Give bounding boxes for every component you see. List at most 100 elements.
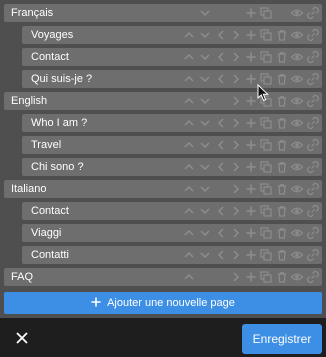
page-row[interactable]: Travel bbox=[22, 136, 322, 154]
chevron-up-icon[interactable] bbox=[182, 94, 196, 108]
plus-icon[interactable] bbox=[244, 50, 258, 64]
chevron-right-icon[interactable] bbox=[229, 160, 243, 174]
chevron-left-icon[interactable] bbox=[214, 28, 228, 42]
eye-icon[interactable] bbox=[290, 72, 304, 86]
chevron-down-icon[interactable] bbox=[198, 28, 212, 42]
eye-icon[interactable] bbox=[290, 182, 304, 196]
eye-icon[interactable] bbox=[290, 138, 304, 152]
copy-icon[interactable] bbox=[259, 50, 273, 64]
trash-icon[interactable] bbox=[275, 28, 289, 42]
chevron-left-icon[interactable] bbox=[214, 226, 228, 240]
link-icon[interactable] bbox=[306, 50, 320, 64]
chevron-down-icon[interactable] bbox=[198, 72, 212, 86]
eye-icon[interactable] bbox=[290, 204, 304, 218]
chevron-up-icon[interactable] bbox=[182, 50, 196, 64]
plus-icon[interactable] bbox=[244, 138, 258, 152]
chevron-up-icon[interactable] bbox=[182, 72, 196, 86]
copy-icon[interactable] bbox=[259, 116, 273, 130]
plus-icon[interactable] bbox=[244, 6, 258, 20]
link-icon[interactable] bbox=[306, 138, 320, 152]
chevron-down-icon[interactable] bbox=[198, 116, 212, 130]
trash-icon[interactable] bbox=[275, 270, 289, 284]
eye-icon[interactable] bbox=[290, 116, 304, 130]
chevron-right-icon[interactable] bbox=[229, 116, 243, 130]
chevron-down-icon[interactable] bbox=[198, 248, 212, 262]
link-icon[interactable] bbox=[306, 182, 320, 196]
chevron-left-icon[interactable] bbox=[214, 160, 228, 174]
link-icon[interactable] bbox=[306, 160, 320, 174]
chevron-up-icon[interactable] bbox=[182, 248, 196, 262]
chevron-up-icon[interactable] bbox=[182, 28, 196, 42]
plus-icon[interactable] bbox=[244, 160, 258, 174]
page-group-row[interactable]: FAQ bbox=[4, 268, 322, 286]
trash-icon[interactable] bbox=[275, 226, 289, 240]
trash-icon[interactable] bbox=[275, 160, 289, 174]
plus-icon[interactable] bbox=[244, 72, 258, 86]
chevron-down-icon[interactable] bbox=[198, 226, 212, 240]
copy-icon[interactable] bbox=[259, 204, 273, 218]
page-group-row[interactable]: English bbox=[4, 92, 322, 110]
eye-icon[interactable] bbox=[290, 248, 304, 262]
plus-icon[interactable] bbox=[244, 270, 258, 284]
chevron-up-icon[interactable] bbox=[182, 116, 196, 130]
plus-icon[interactable] bbox=[244, 248, 258, 262]
trash-icon[interactable] bbox=[275, 182, 289, 196]
chevron-down-icon[interactable] bbox=[198, 160, 212, 174]
chevron-down-icon[interactable] bbox=[198, 94, 212, 108]
chevron-down-icon[interactable] bbox=[198, 182, 212, 196]
trash-icon[interactable] bbox=[275, 248, 289, 262]
chevron-up-icon[interactable] bbox=[182, 160, 196, 174]
chevron-up-icon[interactable] bbox=[182, 182, 196, 196]
page-row[interactable]: Contact bbox=[22, 48, 322, 66]
chevron-down-icon[interactable] bbox=[198, 50, 212, 64]
add-page-button[interactable]: Ajouter une nouvelle page bbox=[4, 292, 322, 314]
chevron-right-icon[interactable] bbox=[229, 50, 243, 64]
chevron-right-icon[interactable] bbox=[229, 204, 243, 218]
save-button[interactable]: Enregistrer bbox=[242, 324, 322, 354]
chevron-down-icon[interactable] bbox=[198, 6, 212, 20]
chevron-down-icon[interactable] bbox=[198, 138, 212, 152]
copy-icon[interactable] bbox=[259, 270, 273, 284]
eye-icon[interactable] bbox=[290, 28, 304, 42]
trash-icon[interactable] bbox=[275, 204, 289, 218]
link-icon[interactable] bbox=[306, 204, 320, 218]
link-icon[interactable] bbox=[306, 6, 320, 20]
copy-icon[interactable] bbox=[259, 138, 273, 152]
link-icon[interactable] bbox=[306, 116, 320, 130]
page-row[interactable]: Voyages bbox=[22, 26, 322, 44]
page-row[interactable]: Viaggi bbox=[22, 224, 322, 242]
link-icon[interactable] bbox=[306, 94, 320, 108]
trash-icon[interactable] bbox=[275, 72, 289, 86]
chevron-up-icon[interactable] bbox=[182, 204, 196, 218]
chevron-up-icon[interactable] bbox=[182, 226, 196, 240]
page-row[interactable]: Qui suis-je ? bbox=[22, 70, 322, 88]
page-row[interactable]: Contatti bbox=[22, 246, 322, 264]
chevron-right-icon[interactable] bbox=[229, 182, 243, 196]
copy-icon[interactable] bbox=[259, 6, 273, 20]
copy-icon[interactable] bbox=[259, 160, 273, 174]
chevron-right-icon[interactable] bbox=[229, 72, 243, 86]
page-row[interactable]: Chi sono ? bbox=[22, 158, 322, 176]
chevron-left-icon[interactable] bbox=[214, 72, 228, 86]
eye-icon[interactable] bbox=[290, 226, 304, 240]
chevron-right-icon[interactable] bbox=[229, 94, 243, 108]
chevron-right-icon[interactable] bbox=[229, 248, 243, 262]
copy-icon[interactable] bbox=[259, 226, 273, 240]
page-row[interactable]: Who I am ? bbox=[22, 114, 322, 132]
chevron-up-icon[interactable] bbox=[182, 138, 196, 152]
eye-icon[interactable] bbox=[290, 160, 304, 174]
chevron-right-icon[interactable] bbox=[229, 138, 243, 152]
chevron-down-icon[interactable] bbox=[198, 204, 212, 218]
chevron-left-icon[interactable] bbox=[214, 50, 228, 64]
page-row[interactable]: Contact bbox=[22, 202, 322, 220]
copy-icon[interactable] bbox=[259, 248, 273, 262]
chevron-right-icon[interactable] bbox=[229, 28, 243, 42]
chevron-left-icon[interactable] bbox=[214, 138, 228, 152]
plus-icon[interactable] bbox=[244, 94, 258, 108]
eye-icon[interactable] bbox=[290, 270, 304, 284]
chevron-right-icon[interactable] bbox=[229, 270, 243, 284]
trash-icon[interactable] bbox=[275, 94, 289, 108]
copy-icon[interactable] bbox=[259, 28, 273, 42]
chevron-left-icon[interactable] bbox=[214, 248, 228, 262]
chevron-left-icon[interactable] bbox=[214, 116, 228, 130]
